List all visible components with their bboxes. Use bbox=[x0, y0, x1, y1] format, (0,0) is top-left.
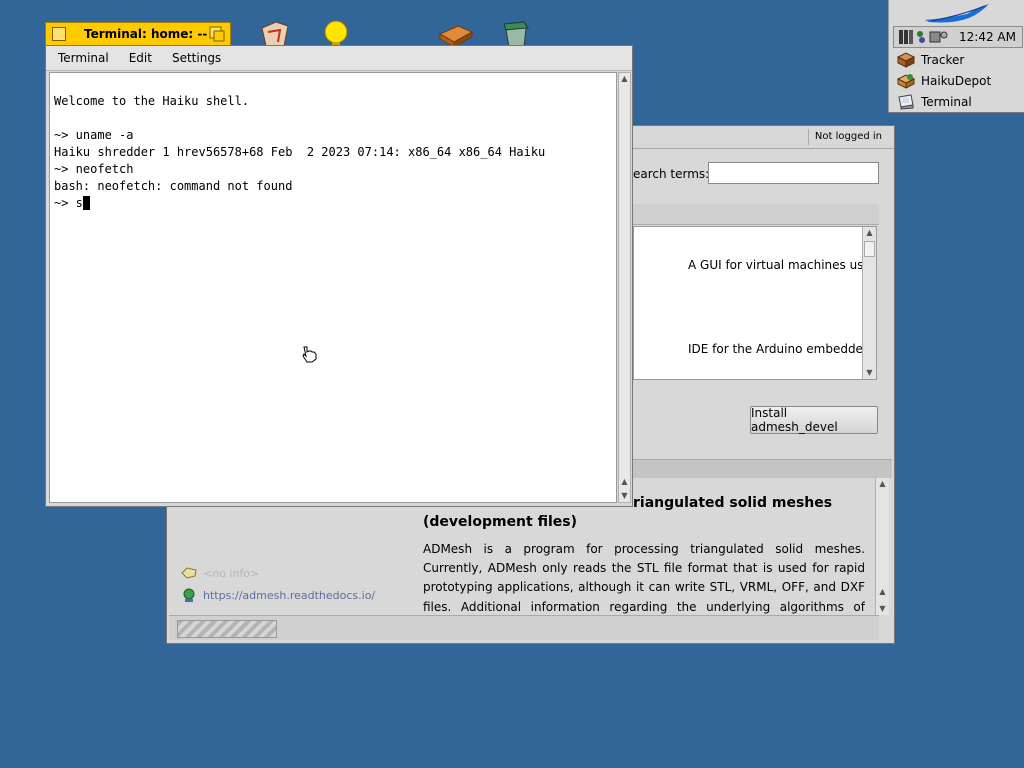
deskbar-item-terminal[interactable]: Terminal bbox=[889, 91, 1024, 112]
package-description: ADMesh is a program for processing trian… bbox=[423, 542, 865, 614]
scroll-down-arrow-icon[interactable]: ▼ bbox=[876, 603, 889, 615]
tag-icon bbox=[181, 567, 197, 579]
terminal-window-tab[interactable]: Terminal: home: -- bbox=[45, 22, 231, 45]
package-homepage-row: https://admesh.readthedocs.io/ bbox=[181, 588, 375, 602]
package-list-header bbox=[633, 204, 879, 225]
documents-icon[interactable] bbox=[258, 18, 294, 48]
terminal-screen[interactable]: Welcome to the Haiku shell. ~> uname -a … bbox=[49, 72, 617, 503]
depot-status-bar bbox=[169, 615, 879, 640]
terminal-input[interactable]: ~> s bbox=[54, 196, 83, 210]
scroll-up-arrow-icon[interactable]: ▲ bbox=[863, 227, 876, 239]
terminal-scrollbar[interactable]: ▲ ▲ ▼ bbox=[618, 72, 631, 503]
package-title-cont: (development files) bbox=[423, 514, 577, 530]
clock[interactable]: 12:42 AM bbox=[959, 30, 1016, 44]
system-tray: 12:42 AM bbox=[893, 26, 1023, 48]
package-rating-row: <no info> bbox=[181, 566, 259, 580]
install-package-button[interactable]: Install admesh_devel bbox=[750, 406, 878, 434]
scroll-up-arrow-icon[interactable]: ▲ bbox=[876, 586, 889, 598]
terminal-line: bash: neofetch: command not found bbox=[54, 179, 293, 193]
scroll-up-arrow-icon[interactable]: ▲ bbox=[619, 476, 630, 488]
terminal-line: ~> neofetch bbox=[54, 162, 134, 176]
trash-icon[interactable] bbox=[498, 18, 534, 48]
deskbar-item-label: Tracker bbox=[921, 52, 965, 67]
no-info-text: <no info> bbox=[203, 566, 260, 580]
detail-scrollbar[interactable]: ▲ ▲ ▼ bbox=[875, 478, 889, 615]
terminal-line: Welcome to the Haiku shell. bbox=[54, 94, 250, 108]
haikudepot-icon bbox=[897, 73, 915, 89]
search-label: earch terms: bbox=[633, 167, 710, 181]
deskbar-item-label: HaikuDepot bbox=[921, 73, 992, 88]
deskbar-item-haikudepot[interactable]: HaikuDepot bbox=[889, 70, 1024, 91]
menu-edit[interactable]: Edit bbox=[117, 51, 160, 65]
terminal-prompt-line: ~> s bbox=[54, 196, 90, 210]
scroll-down-arrow-icon[interactable]: ▼ bbox=[619, 490, 630, 502]
package-list-scrollbar[interactable]: ▲ ▼ bbox=[862, 227, 876, 379]
package-list-row[interactable]: IDE for the Arduino embedde... bbox=[688, 342, 874, 356]
terminal-line: ~> uname -a bbox=[54, 128, 134, 142]
tray-status-icons[interactable] bbox=[898, 29, 954, 45]
lightbulb-icon[interactable] bbox=[320, 18, 356, 48]
deskbar-item-label: Terminal bbox=[921, 94, 972, 109]
tracker-icon bbox=[897, 51, 915, 68]
deskbar-item-tracker[interactable]: Tracker bbox=[889, 49, 1024, 70]
close-button[interactable] bbox=[52, 27, 66, 41]
text-cursor bbox=[82, 196, 90, 210]
menu-terminal[interactable]: Terminal bbox=[46, 51, 117, 65]
terminal-line: Haiku shredder 1 hrev56578+68 Feb 2 2023… bbox=[54, 145, 546, 159]
package-list-row[interactable]: A GUI for virtual machines us... bbox=[688, 258, 875, 272]
haiku-leaf-icon[interactable] bbox=[889, 0, 1024, 26]
login-status-button[interactable]: Not logged in bbox=[807, 129, 888, 145]
scroll-up-arrow-icon[interactable]: ▲ bbox=[619, 73, 630, 85]
terminal-window: Terminal Edit Settings Welcome to the Ha… bbox=[45, 45, 633, 507]
scrollbar-thumb[interactable] bbox=[864, 241, 875, 257]
terminal-icon bbox=[898, 93, 914, 110]
package-title: riangulated solid meshes bbox=[633, 495, 833, 511]
scroll-up-arrow-icon[interactable]: ▲ bbox=[876, 478, 889, 490]
scroll-down-arrow-icon[interactable]: ▼ bbox=[863, 367, 876, 379]
zoom-button[interactable] bbox=[209, 26, 225, 42]
homepage-link[interactable]: https://admesh.readthedocs.io/ bbox=[203, 589, 375, 602]
package-icon[interactable] bbox=[438, 18, 474, 48]
menu-settings[interactable]: Settings bbox=[160, 51, 229, 65]
progress-bar bbox=[177, 620, 277, 638]
package-list[interactable]: A GUI for virtual machines us... IDE for… bbox=[633, 226, 877, 380]
deskbar: 12:42 AM Tracker HaikuDepot Terminal bbox=[888, 0, 1024, 113]
window-title: Terminal: home: -- bbox=[84, 27, 208, 41]
menu-bar: Terminal Edit Settings bbox=[46, 46, 632, 71]
hand-pointer-icon bbox=[302, 346, 317, 363]
package-detail-tabs bbox=[633, 459, 892, 478]
globe-icon bbox=[183, 588, 195, 602]
search-input[interactable] bbox=[708, 162, 879, 184]
